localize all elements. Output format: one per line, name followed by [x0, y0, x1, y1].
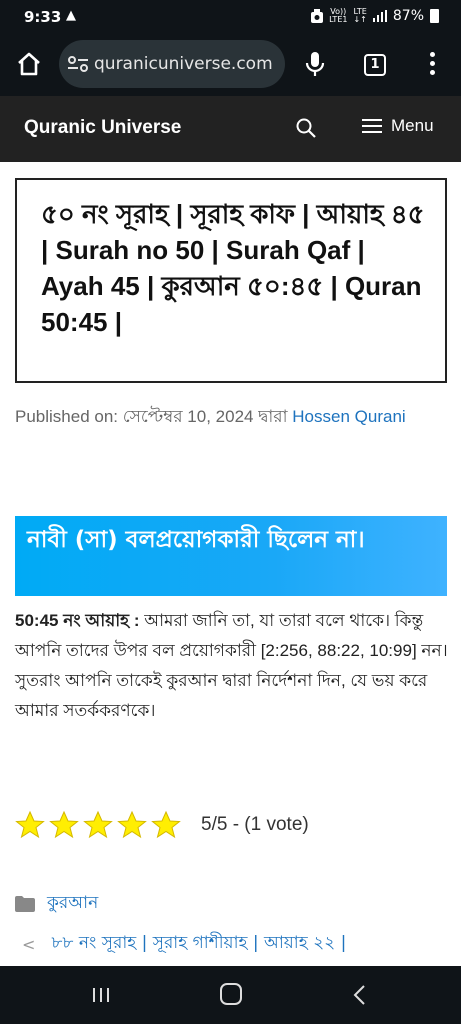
hamburger-icon — [362, 118, 382, 134]
tune-icon[interactable] — [67, 55, 89, 73]
published-prefix: Published on: — [15, 407, 119, 426]
menu-button[interactable]: Menu — [362, 116, 434, 136]
browser-toolbar: quranicuniverse.com 1 — [0, 34, 461, 96]
previous-post-link[interactable]: ৮৮ নং সূরাহ | সূরাহ গাশীয়াহ | আয়াহ ২২ … — [51, 930, 346, 958]
status-icons: Vo)) LTE1 LTE ↓↑ 87% — [311, 8, 439, 24]
recents-icon[interactable] — [91, 986, 111, 1004]
alert-icon: ▲ — [66, 8, 76, 23]
folder-icon — [15, 896, 35, 912]
address-bar[interactable]: quranicuniverse.com — [59, 40, 285, 88]
more-vert-icon[interactable] — [426, 52, 438, 78]
star-icon[interactable] — [151, 810, 181, 840]
chevron-left-icon: < — [22, 934, 36, 954]
lte-sub-label: LTE1 — [329, 15, 348, 24]
home-button[interactable] — [220, 983, 242, 1005]
author-link[interactable]: Hossen Qurani — [292, 407, 405, 426]
status-time: 9:33 — [24, 8, 62, 26]
tab-switcher-button[interactable]: 1 — [364, 54, 386, 76]
camera-lock-icon — [311, 9, 324, 23]
system-nav-bar — [0, 966, 461, 1024]
verse-label: 50:45 নং আয়াহ : — [15, 611, 140, 630]
lte-indicator: LTE ↓↑ — [353, 8, 366, 24]
url-text[interactable]: quranicuniverse.com — [94, 54, 273, 74]
search-icon[interactable] — [294, 116, 318, 140]
site-header: Quranic Universe Menu — [0, 96, 461, 162]
status-bar: 9:33 ▲ Vo)) LTE1 LTE ↓↑ 87% — [0, 0, 461, 34]
rating-widget: 5/5 - (1 vote) — [15, 810, 309, 840]
mic-icon[interactable] — [304, 50, 326, 78]
home-icon[interactable] — [16, 51, 42, 77]
star-icon[interactable] — [83, 810, 113, 840]
battery-percent: 87% — [392, 8, 424, 24]
signal-icon — [372, 10, 387, 22]
post-category: কুরআন — [15, 890, 98, 918]
rating-text: 5/5 - (1 vote) — [201, 814, 309, 835]
by-word: দ্বারা — [258, 407, 288, 426]
menu-label: Menu — [391, 116, 434, 135]
article-title: ৫০ নং সূরাহ | সূরাহ কাফ | আয়াহ ৪৫ | Sur… — [41, 199, 425, 337]
star-icon[interactable] — [117, 810, 147, 840]
previous-post-nav: < ৮৮ নং সূরাহ | সূরাহ গাশীয়াহ | আয়াহ ২… — [22, 930, 346, 958]
star-icon[interactable] — [15, 810, 45, 840]
post-meta: Published on: সেপ্টেম্বর 10, 2024 দ্বারা… — [15, 397, 455, 436]
data-arrows-icon: ↓↑ — [353, 15, 367, 24]
section-heading: নাবী (সা) বলপ্রয়োগকারী ছিলেন না। — [15, 516, 447, 596]
published-date: সেপ্টেম্বর 10, 2024 — [122, 407, 254, 426]
star-rating[interactable] — [15, 810, 181, 840]
volte-indicator: Vo)) LTE1 — [329, 8, 347, 24]
star-icon[interactable] — [49, 810, 79, 840]
category-link[interactable]: কুরআন — [47, 890, 98, 918]
site-title[interactable]: Quranic Universe — [24, 117, 181, 139]
battery-icon — [430, 9, 439, 23]
back-icon[interactable] — [352, 984, 366, 1006]
verse-paragraph: 50:45 নং আয়াহ : আমরা জানি তা, যা তারা ব… — [15, 606, 451, 726]
article-title-box: ৫০ নং সূরাহ | সূরাহ কাফ | আয়াহ ৪৫ | Sur… — [15, 178, 447, 383]
